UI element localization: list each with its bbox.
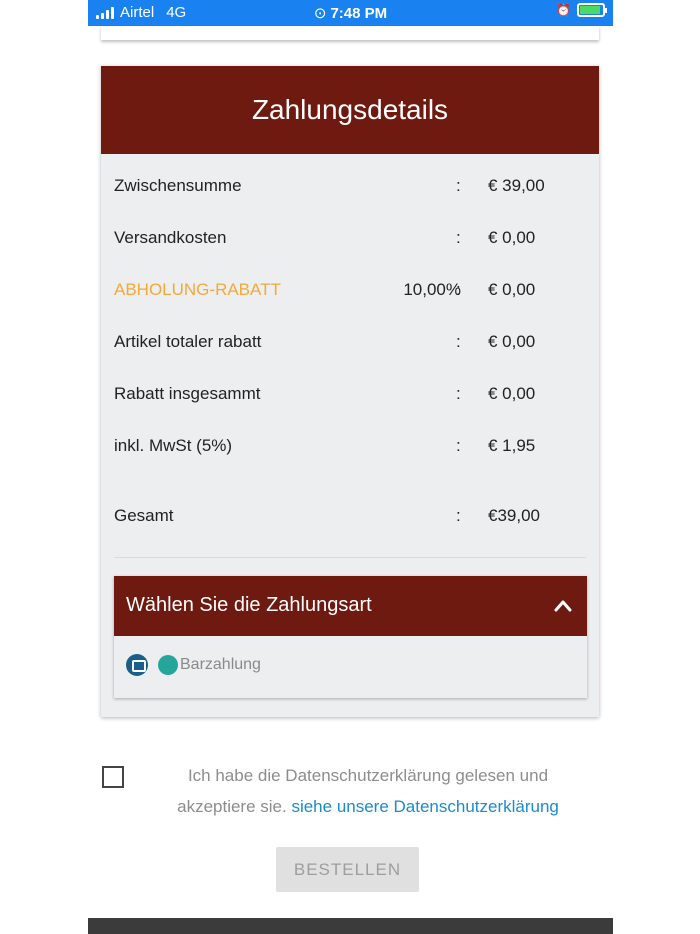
status-right: ⏰ [556,3,607,17]
row-value: € 39,00 [488,176,545,195]
row-shipping: Versandkosten : € 0,00 [114,228,586,252]
order-button[interactable]: BESTELLEN [276,847,419,892]
row-percent: 10,00% [403,280,461,299]
row-value: € 0,00 [488,384,536,403]
row-item-discount: Artikel totaler rabatt : € 0,00 [114,332,586,356]
previous-card [101,26,599,40]
payment-option-label: Barzahlung [180,656,261,673]
row-colon: : [456,506,461,525]
footer-bar [88,918,613,934]
clock-text: 7:48 PM [330,5,388,22]
payment-details-header: Zahlungsdetails [101,66,599,154]
row-label: Artikel totaler rabatt [114,332,262,351]
row-colon: : [456,436,461,455]
row-total: Gesamt : €39,00 [114,506,586,530]
row-colon: : [456,332,461,351]
privacy-policy-link[interactable]: siehe unsere Datenschutzerklärung [291,797,558,816]
privacy-consent-text: Ich habe die Datenschutzerklärung gelese… [150,760,586,822]
status-bar: Airtel 4G ⊙ 7:48 PM ⏰ [88,0,613,26]
row-label: Versandkosten [114,228,227,247]
row-value: € 0,00 [488,280,536,299]
cash-payment-icon [126,654,148,676]
row-colon: : [456,228,461,247]
row-value: € 0,00 [488,332,536,351]
row-pickup-discount: ABHOLUNG-RABATT 10,00% : € 0,00 [114,280,586,304]
battery-icon [577,3,607,17]
row-label: Zwischensumme [114,176,242,195]
row-vat: inkl. MwSt (5%) : € 1,95 [114,436,586,460]
payment-details-card: Zahlungsdetails Zwischensumme : € 39,00 … [101,66,599,717]
row-value: € 1,95 [488,436,536,455]
row-label: Rabatt insgesammt [114,384,261,403]
payment-option-cash[interactable]: Barzahlung [126,654,261,676]
alarm-icon: ⏰ [556,3,571,17]
row-label: ABHOLUNG-RABATT [114,280,281,299]
row-value: € 0,00 [488,228,536,247]
clock: ⊙ 7:48 PM [88,4,613,22]
payment-details-title: Zahlungsdetails [251,94,449,125]
row-colon: : [456,384,461,403]
chevron-up-icon[interactable] [553,596,573,616]
row-total-discount: Rabatt insgesammt : € 0,00 [114,384,586,408]
row-label: Gesamt [114,506,174,525]
link-icon: ⊙ [313,5,327,22]
row-colon: : [456,280,461,299]
row-value: €39,00 [488,506,540,525]
row-subtotal: Zwischensumme : € 39,00 [114,176,586,200]
row-label: inkl. MwSt (5%) [114,436,233,455]
divider [114,557,586,558]
radio-selected-icon[interactable] [158,655,178,675]
payment-method-title: Wählen Sie die Zahlungsart [126,594,372,616]
row-colon: : [456,176,461,195]
payment-method-header[interactable]: Wählen Sie die Zahlungsart [114,576,587,636]
payment-method-panel: Wählen Sie die Zahlungsart Barzahlung [114,576,587,698]
privacy-consent-checkbox[interactable] [102,766,124,788]
